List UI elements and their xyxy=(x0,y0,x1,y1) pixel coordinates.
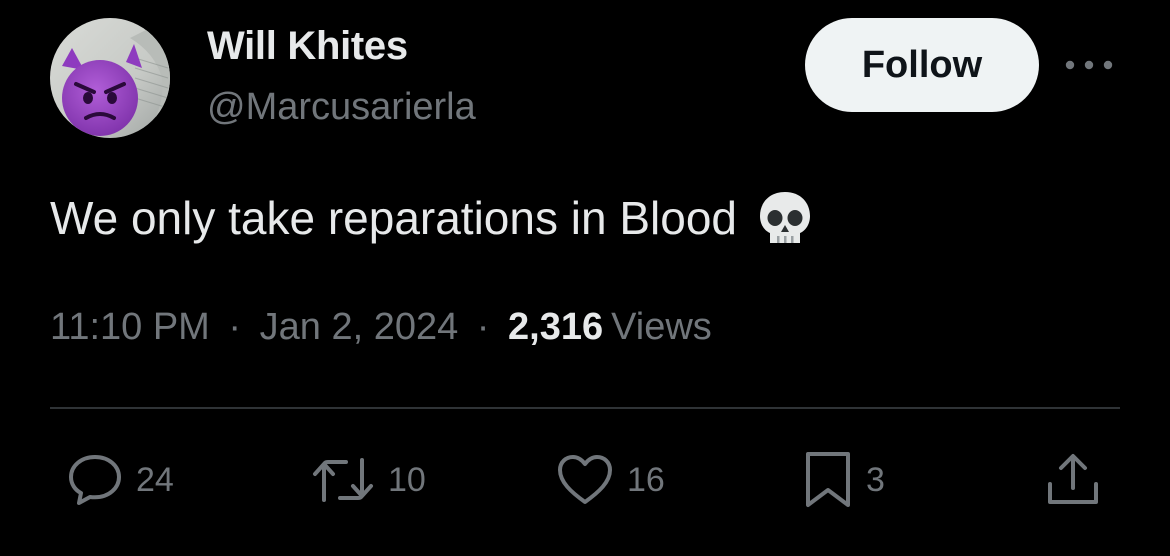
skull-emoji-icon xyxy=(755,188,815,248)
views-label[interactable]: Views xyxy=(611,306,712,348)
tweet-date[interactable]: Jan 2, 2024 xyxy=(260,306,459,348)
bookmark-button[interactable]: 3 xyxy=(802,450,885,510)
retweet-icon xyxy=(313,458,373,502)
tweet-text: We only take reparations in Blood xyxy=(50,188,815,248)
views-count[interactable]: 2,316 xyxy=(508,306,603,348)
like-button[interactable]: 16 xyxy=(555,450,665,510)
like-count: 16 xyxy=(627,460,665,499)
follow-button[interactable]: Follow xyxy=(805,18,1039,112)
heart-icon xyxy=(558,455,612,504)
retweet-button[interactable]: 10 xyxy=(310,450,426,510)
display-name[interactable]: Will Khites xyxy=(207,24,408,69)
share-icon xyxy=(1048,454,1098,504)
meta-separator: · xyxy=(476,306,490,348)
tweet-body: We only take reparations in Blood xyxy=(50,192,737,244)
bookmark-count: 3 xyxy=(866,460,885,499)
more-button[interactable] xyxy=(1062,48,1116,82)
divider xyxy=(50,407,1120,409)
reply-icon xyxy=(69,455,121,505)
tweet-card: Will Khites @Marcusarierla Follow We onl… xyxy=(0,0,1170,556)
bookmark-icon xyxy=(806,452,850,507)
reply-count: 24 xyxy=(136,460,174,499)
avatar[interactable] xyxy=(50,18,170,138)
tweet-time[interactable]: 11:10 PM xyxy=(50,306,210,348)
more-horizontal-icon xyxy=(1065,60,1113,70)
reply-button[interactable]: 24 xyxy=(66,450,174,510)
retweet-count: 10 xyxy=(388,460,426,499)
tweet-meta: 11:10 PM · Jan 2, 2024 · 2,316 Views xyxy=(50,306,712,349)
meta-separator: · xyxy=(228,306,242,348)
user-handle[interactable]: @Marcusarierla xyxy=(207,86,476,129)
smiling-devil-emoji-avatar-icon xyxy=(50,18,170,138)
share-button[interactable] xyxy=(1044,450,1102,510)
